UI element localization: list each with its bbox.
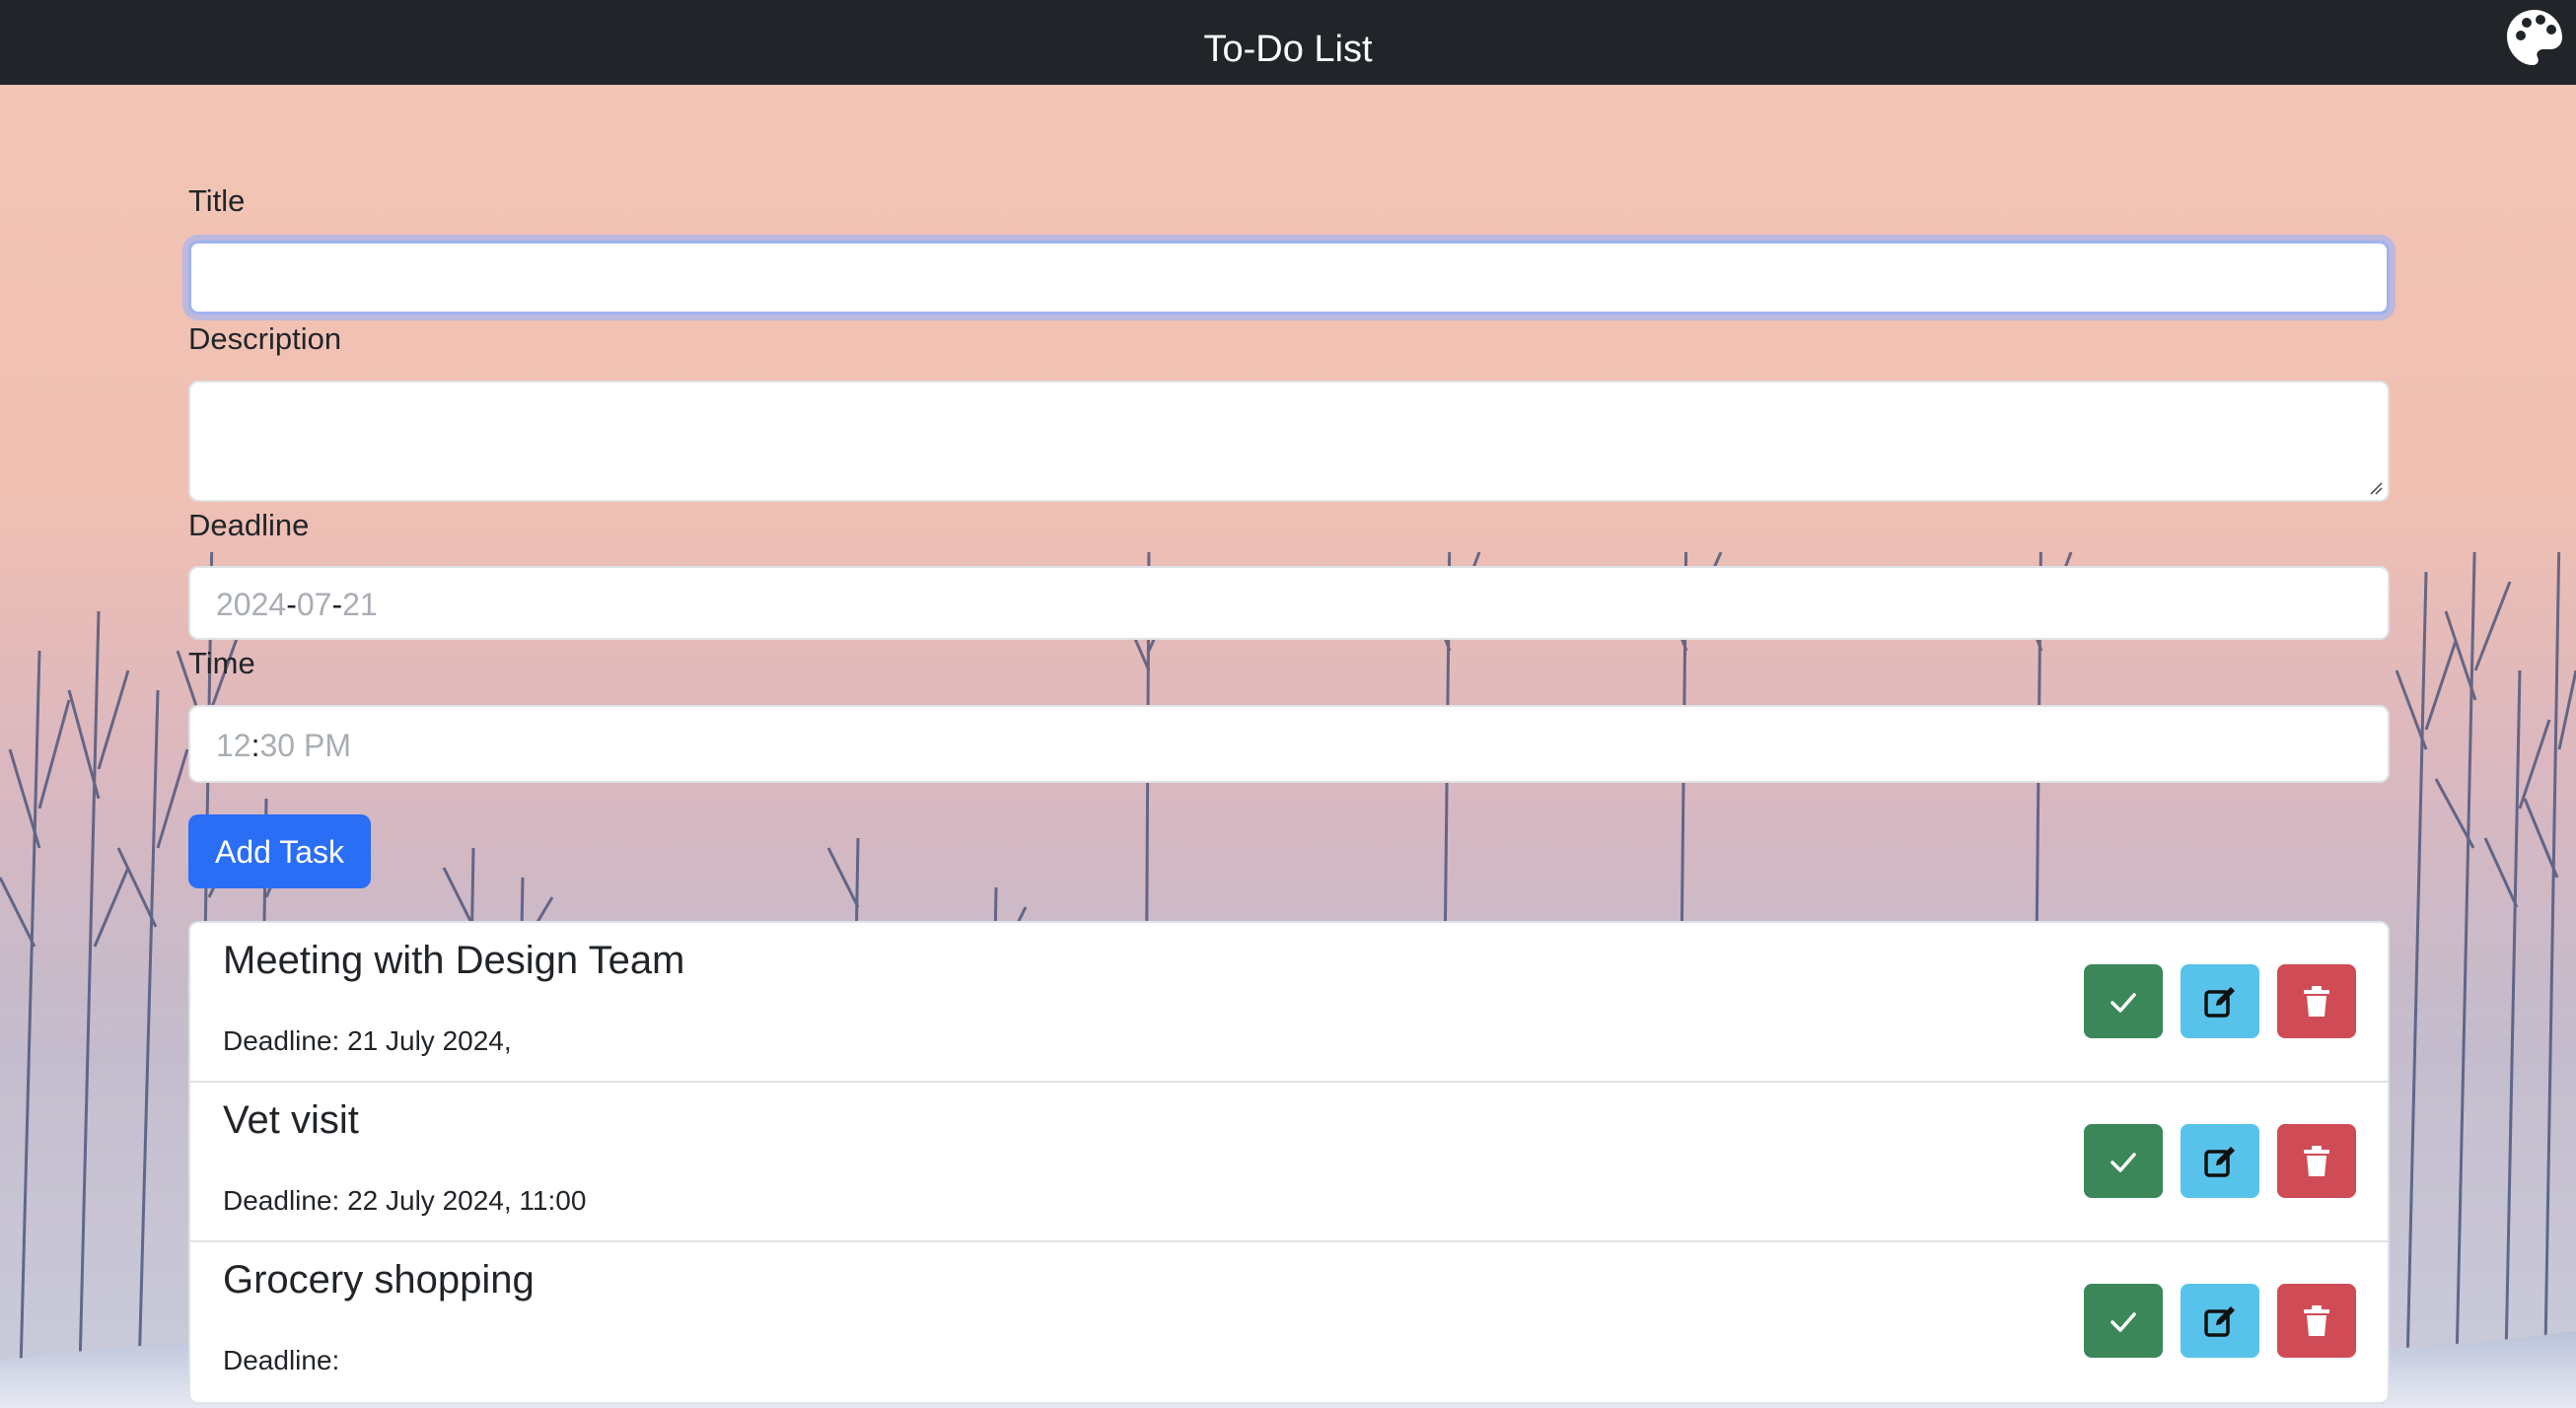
trash-icon	[2304, 1304, 2329, 1336]
deadline-day: 21	[342, 587, 378, 622]
delete-task-button[interactable]	[2277, 1284, 2356, 1358]
edit-icon	[2204, 1146, 2235, 1177]
task-deadline: Deadline: 22 July 2024, 11:00	[223, 1185, 587, 1216]
task-title: Grocery shopping	[223, 1258, 535, 1302]
app-title: To-Do List	[1203, 29, 1373, 70]
task-deadline: Deadline:	[223, 1345, 340, 1375]
title-label: Title	[188, 183, 246, 218]
task-item: Meeting with Design Team Deadline: 21 Ju…	[190, 923, 2388, 1083]
trash-icon	[2304, 1145, 2329, 1176]
edit-icon	[2204, 986, 2235, 1018]
complete-task-button[interactable]	[2084, 964, 2163, 1038]
deadline-month: 07	[296, 587, 332, 622]
deadline-date-input[interactable]: 2024-07-21	[188, 566, 2390, 640]
check-icon	[2111, 992, 2136, 1013]
task-actions	[2084, 1284, 2356, 1358]
check-icon	[2111, 1311, 2136, 1332]
task-deadline: Deadline: 21 July 2024,	[223, 1025, 512, 1056]
delete-task-button[interactable]	[2277, 964, 2356, 1038]
edit-task-button[interactable]	[2181, 964, 2259, 1038]
complete-task-button[interactable]	[2084, 1124, 2163, 1198]
title-input[interactable]	[188, 241, 2390, 315]
time-hour: 12	[216, 728, 251, 763]
time-input[interactable]: 12:30 PM	[188, 705, 2390, 783]
resize-handle-icon[interactable]	[2369, 481, 2383, 495]
add-task-button[interactable]: Add Task	[188, 814, 371, 888]
deadline-label: Deadline	[188, 508, 310, 542]
description-label: Description	[188, 321, 342, 356]
task-list: Meeting with Design Team Deadline: 21 Ju…	[188, 921, 2390, 1404]
complete-task-button[interactable]	[2084, 1284, 2163, 1358]
time-label: Time	[188, 646, 255, 680]
task-actions	[2084, 1124, 2356, 1198]
trash-icon	[2304, 985, 2329, 1017]
description-textarea[interactable]	[188, 381, 2390, 502]
deadline-separator: -	[331, 587, 343, 622]
deadline-year: 2024	[216, 587, 287, 622]
task-item: Vet visit Deadline: 22 July 2024, 11:00	[190, 1083, 2388, 1242]
task-item: Grocery shopping Deadline:	[190, 1242, 2388, 1402]
edit-task-button[interactable]	[2181, 1124, 2259, 1198]
palette-icon[interactable]	[2503, 6, 2566, 69]
edit-icon	[2204, 1305, 2235, 1337]
task-title: Vet visit	[223, 1098, 359, 1142]
time-minute-ampm: 30 PM	[259, 728, 351, 763]
check-icon	[2111, 1152, 2136, 1172]
task-title: Meeting with Design Team	[223, 939, 685, 982]
delete-task-button[interactable]	[2277, 1124, 2356, 1198]
task-actions	[2084, 964, 2356, 1038]
edit-task-button[interactable]	[2181, 1284, 2259, 1358]
deadline-separator: -	[286, 587, 297, 622]
navbar: To-Do List	[0, 0, 2576, 85]
